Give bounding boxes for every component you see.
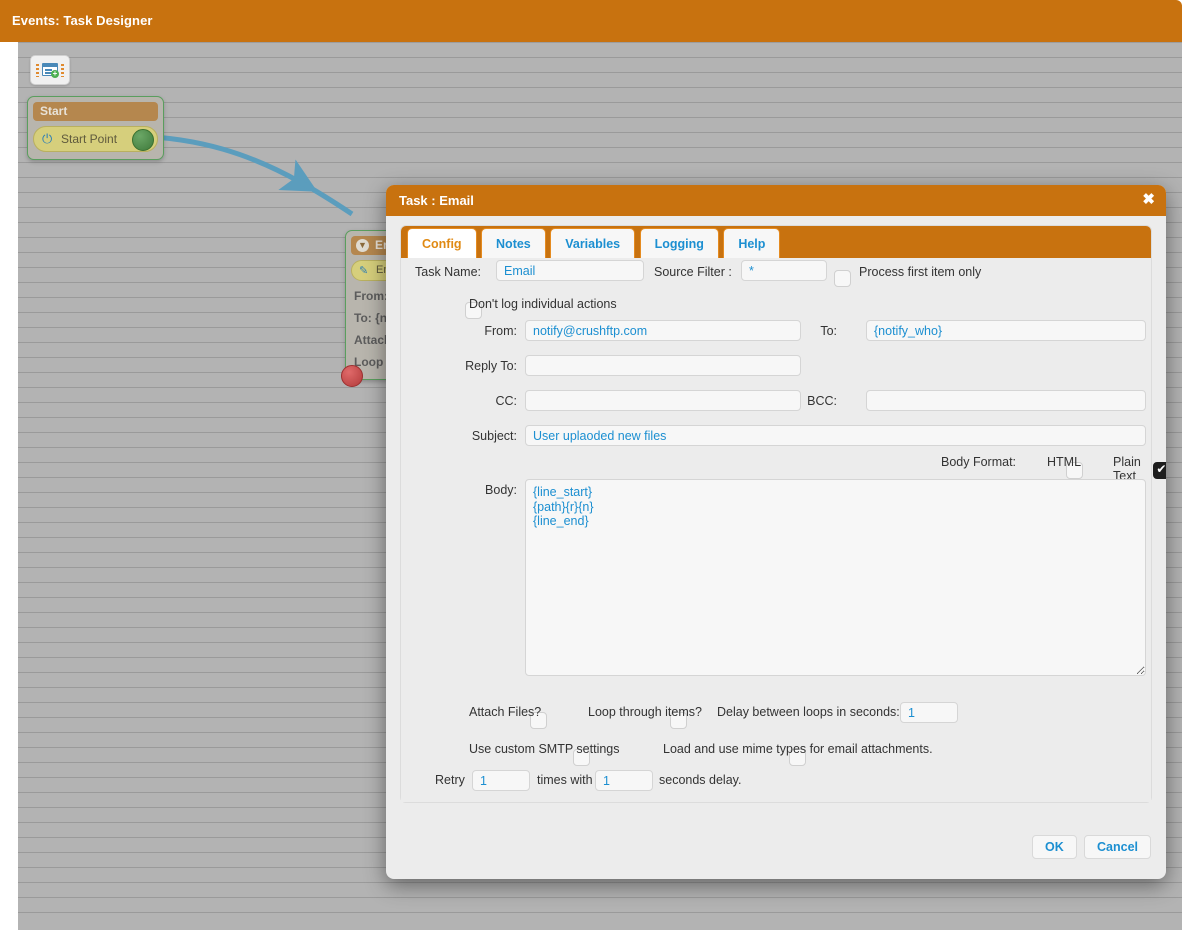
dialog-title: Task : Email	[399, 193, 474, 208]
config-form: Task Name: Source Filter : Process first…	[401, 258, 1166, 802]
page-title: Events: Task Designer	[12, 13, 153, 28]
flow-node-start[interactable]: Start ⏻ Start Point	[27, 96, 164, 160]
reply-to-input[interactable]	[525, 355, 801, 376]
collapse-icon[interactable]: ▼	[356, 239, 369, 252]
task-email-dialog[interactable]: Task : Email ✖ Config Notes Variables Lo…	[386, 185, 1166, 879]
custom-smtp-label: Use custom SMTP settings	[469, 742, 620, 756]
body-textarea[interactable]: {line_start} {path}{r}{n} {line_end}	[525, 479, 1146, 676]
cc-label: CC:	[495, 394, 517, 408]
from-input[interactable]	[525, 320, 801, 341]
dialog-footer: OK Cancel	[386, 817, 1166, 879]
body-format-label: Body Format:	[941, 455, 1017, 469]
delay-between-loops-input[interactable]	[900, 702, 958, 723]
process-first-item-label: Process first item only	[859, 265, 982, 279]
dialog-panel: Config Notes Variables Logging Help Task…	[400, 225, 1166, 803]
flow-node-start-item-label: Start Point	[61, 132, 118, 146]
add-document-icon[interactable]: +	[42, 63, 59, 78]
body-format-plain-text-checkbox[interactable]	[1153, 461, 1166, 480]
task-name-label: Task Name:	[415, 265, 481, 279]
app-header: Events: Task Designer	[0, 0, 1182, 42]
canvas-left-gutter	[0, 42, 18, 930]
close-icon[interactable]: ✖	[1142, 192, 1155, 208]
retry-times-input[interactable]	[472, 770, 530, 791]
add-task-toolbar[interactable]: +	[30, 55, 70, 85]
dialog-titlebar[interactable]: Task : Email ✖	[386, 185, 1166, 216]
reply-to-label: Reply To:	[465, 359, 517, 373]
body-label: Body:	[485, 483, 517, 497]
bcc-input[interactable]	[866, 390, 1146, 411]
cancel-button[interactable]: Cancel	[1084, 835, 1151, 859]
dont-log-label: Don't log individual actions	[469, 297, 617, 311]
to-label: To:	[820, 324, 837, 338]
source-filter-input[interactable]	[741, 260, 827, 281]
tab-help[interactable]: Help	[723, 228, 781, 259]
task-name-input[interactable]	[496, 260, 644, 281]
ok-button[interactable]: OK	[1032, 835, 1077, 859]
body-format-html-label: HTML	[1047, 455, 1082, 469]
retry-suffix-label: seconds delay.	[659, 773, 742, 787]
subject-label: Subject:	[471, 429, 517, 443]
source-filter-label: Source Filter :	[654, 265, 732, 279]
cc-input[interactable]	[525, 390, 801, 411]
retry-delay-input[interactable]	[595, 770, 653, 791]
flow-node-start-title: Start	[33, 102, 158, 121]
attach-files-label: Attach Files?	[469, 705, 542, 719]
delay-between-loops-label: Delay between loops in seconds:	[717, 705, 900, 719]
drag-grip-left-icon[interactable]	[36, 63, 39, 77]
input-port-red[interactable]	[341, 365, 363, 387]
process-first-item-checkbox[interactable]	[834, 270, 851, 288]
retry-prefix-label: Retry	[435, 773, 465, 787]
power-icon: ⏻	[42, 131, 53, 146]
output-port-green[interactable]	[132, 129, 154, 151]
loop-through-items-label: Loop through items?	[588, 705, 702, 719]
tab-variables[interactable]: Variables	[550, 228, 636, 259]
from-label: From:	[484, 324, 517, 338]
dialog-tabbar: Config Notes Variables Logging Help	[401, 226, 1151, 259]
bcc-label: BCC:	[807, 394, 837, 408]
subject-input[interactable]	[525, 425, 1146, 446]
retry-mid-label: times with	[537, 773, 593, 787]
to-input[interactable]	[866, 320, 1146, 341]
tab-notes[interactable]: Notes	[481, 228, 546, 259]
mime-types-label: Load and use mime types for email attach…	[663, 742, 933, 756]
pencil-icon: ✎	[359, 265, 369, 277]
flow-node-start-item[interactable]: ⏻ Start Point	[33, 126, 158, 152]
drag-grip-right-icon[interactable]	[61, 63, 64, 77]
tab-config[interactable]: Config	[407, 228, 477, 259]
tab-logging[interactable]: Logging	[639, 228, 719, 259]
